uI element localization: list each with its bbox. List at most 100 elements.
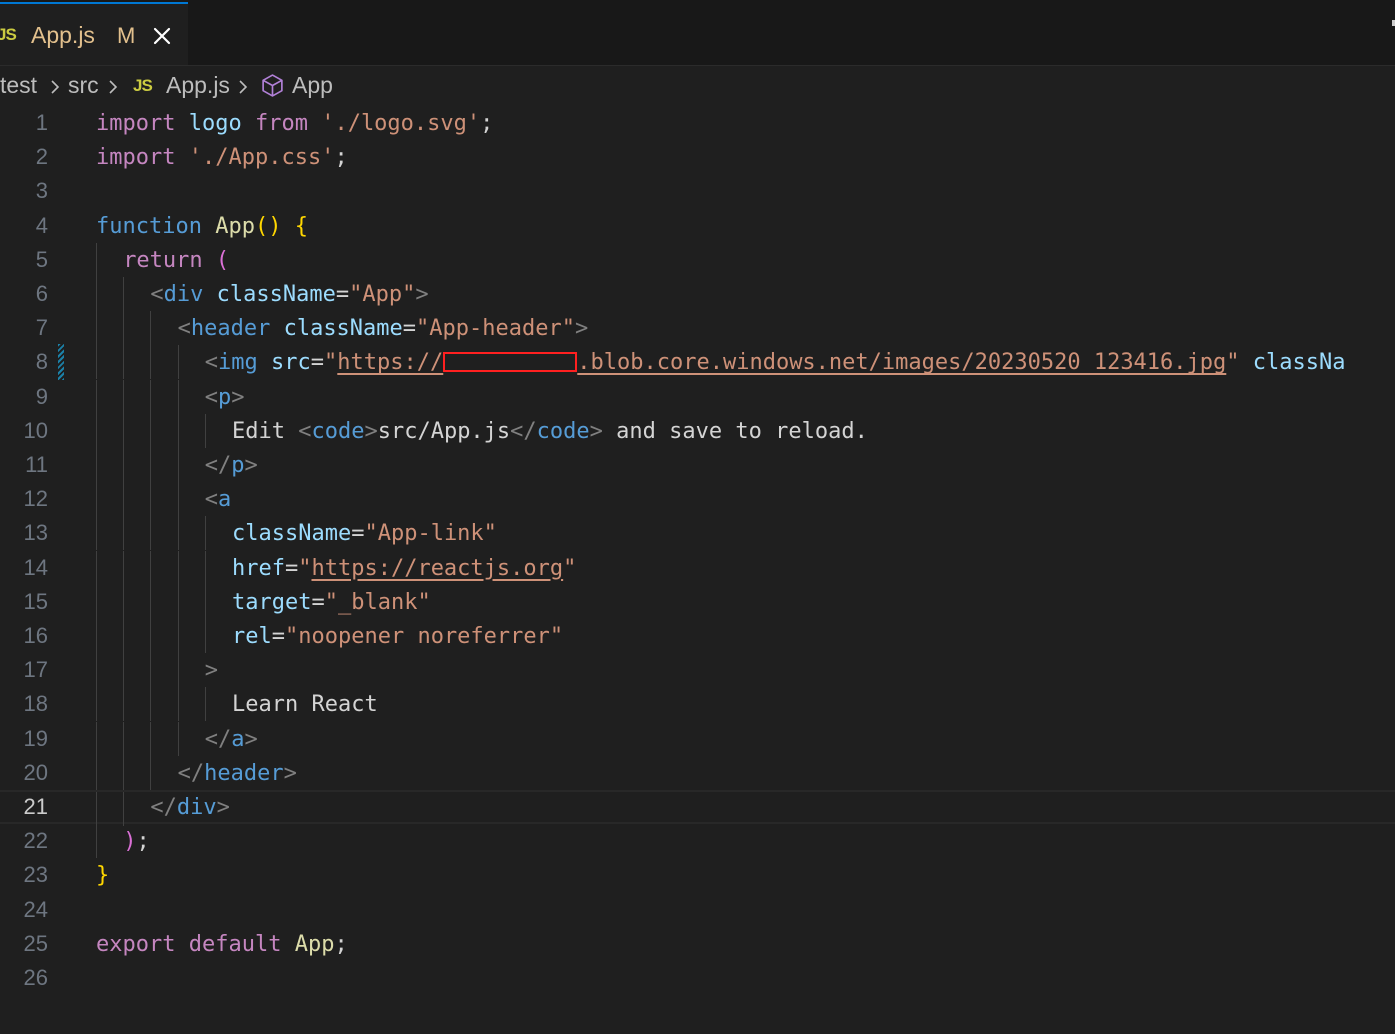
code-line[interactable]: 3 — [0, 174, 1395, 208]
code-text: import logo from './logo.svg'; — [96, 111, 493, 136]
code-token: = — [402, 316, 417, 342]
indent-guide — [96, 345, 97, 380]
line-number: 14 — [23, 554, 48, 580]
indent-guide — [177, 345, 179, 380]
code-line[interactable]: 21 </div> — [0, 790, 1395, 826]
code-line[interactable]: 16 rel="noopener noreferrer" — [0, 619, 1395, 653]
code-token: className — [216, 282, 336, 307]
line-number: 24 — [23, 896, 48, 922]
code-line[interactable]: 1 import logo from './logo.svg'; — [0, 106, 1395, 140]
indent-guide — [96, 755, 97, 790]
code-text: return ( — [123, 248, 229, 273]
chevron-right-icon — [239, 80, 248, 94]
indent-guide — [204, 550, 206, 585]
code-token: > — [204, 658, 219, 684]
indent-guide — [123, 619, 125, 653]
code-token: className — [283, 316, 403, 342]
breadcrumb-item-test[interactable]: test — [0, 72, 37, 99]
line-number: 9 — [35, 383, 48, 409]
code-line[interactable]: 11 </p> — [0, 448, 1395, 482]
code-line[interactable]: 12 <a — [0, 482, 1395, 517]
code-line[interactable]: 20 </header> — [0, 755, 1395, 790]
indent-guide — [150, 653, 152, 688]
code-line[interactable]: 18 Learn React — [0, 687, 1395, 722]
code-editor[interactable]: 1 import logo from './logo.svg'; 2 import '… — [0, 106, 1395, 1034]
indent-guide — [96, 792, 97, 826]
code-token: https://reactjs.org — [311, 555, 564, 581]
chevron-right-icon — [109, 80, 118, 94]
indent-guide — [150, 448, 152, 482]
modified-status-badge: M — [117, 23, 136, 48]
code-token: './logo.svg' — [321, 111, 481, 136]
breadcrumb-item-file[interactable]: App.js — [166, 72, 230, 99]
line-number: 25 — [23, 930, 48, 956]
code-token: src/App.js — [377, 418, 511, 444]
code-token: = — [271, 624, 285, 649]
code-token: Learn React — [232, 692, 378, 718]
code-text: </p> — [205, 453, 258, 478]
code-line[interactable]: 24 — [0, 893, 1395, 927]
code-line[interactable]: 22); — [0, 824, 1395, 859]
redaction-box: REDACT — [443, 352, 578, 373]
code-line[interactable]: 4 function App() { — [0, 209, 1395, 243]
code-line[interactable]: 5 return ( — [0, 242, 1395, 277]
code-line[interactable]: 13 className="App-link" — [0, 516, 1395, 551]
breadcrumb-item-src[interactable]: src — [68, 72, 99, 99]
indent-guide — [150, 687, 152, 722]
code-token: { — [294, 213, 308, 239]
code-line[interactable]: 17 > — [0, 653, 1395, 688]
code-token: " — [563, 555, 577, 581]
code-text: export default App; — [96, 932, 348, 957]
code-token: Edit — [232, 418, 299, 444]
code-token: = — [284, 555, 299, 581]
code-line[interactable]: 23} — [0, 858, 1395, 892]
code-line[interactable]: 7 <header className="App-header"> — [0, 311, 1395, 346]
indent-guide — [123, 721, 125, 756]
code-token: ; — [136, 829, 150, 855]
code-line[interactable]: 26 — [0, 961, 1395, 995]
code-line[interactable]: 25 export default App; — [0, 927, 1395, 961]
line-number: 22 — [23, 828, 48, 854]
indent-guide — [150, 550, 152, 585]
line-number: 21 — [23, 794, 48, 819]
code-line[interactable]: 2 import './App.css'; — [0, 140, 1395, 174]
indent-guide — [123, 311, 125, 346]
indent-guide — [96, 379, 97, 414]
code-text: rel="noopener noreferrer" — [232, 624, 563, 649]
indent-guide — [177, 721, 179, 756]
code-token: src — [271, 350, 311, 376]
code-token: = — [351, 521, 365, 547]
line-number: 8 — [35, 349, 48, 375]
code-text: <img src="https://REDACT.blob.core.windo… — [205, 350, 1346, 375]
close-icon[interactable] — [150, 24, 174, 48]
indent-guide — [150, 516, 152, 551]
code-line[interactable]: 10 Edit <code>src/App.js</code> and save … — [0, 413, 1395, 448]
code-line[interactable]: 14 href="https://reactjs.org" — [0, 550, 1395, 585]
code-token: < — [150, 282, 164, 307]
indent-guide — [123, 413, 125, 448]
code-token: classNa — [1252, 350, 1346, 376]
indent-guide — [123, 379, 125, 414]
code-line[interactable]: 8 <img src="https://REDACT.blob.core.wind… — [0, 345, 1395, 380]
indent-guide — [150, 379, 152, 414]
code-token: './App.css' — [188, 145, 335, 171]
code-token: logo — [188, 111, 242, 136]
code-line[interactable]: 15 target="_blank" — [0, 584, 1395, 619]
code-token: > — [575, 316, 589, 342]
code-token: a — [231, 726, 245, 752]
code-line[interactable]: 9 <p> — [0, 379, 1395, 414]
breadcrumb-item-symbol[interactable]: App — [292, 72, 333, 99]
code-line[interactable]: 6 <div className="App"> — [0, 277, 1395, 311]
indent-guide — [96, 721, 97, 756]
code-token: " — [1226, 350, 1240, 376]
code-token: < — [204, 350, 219, 376]
tab-app-js[interactable]: JS App.js M — [0, 2, 188, 65]
line-number: 13 — [23, 520, 48, 546]
code-token: > — [283, 760, 297, 786]
indent-guide — [96, 482, 97, 517]
code-line[interactable]: 19 </a> — [0, 721, 1395, 756]
